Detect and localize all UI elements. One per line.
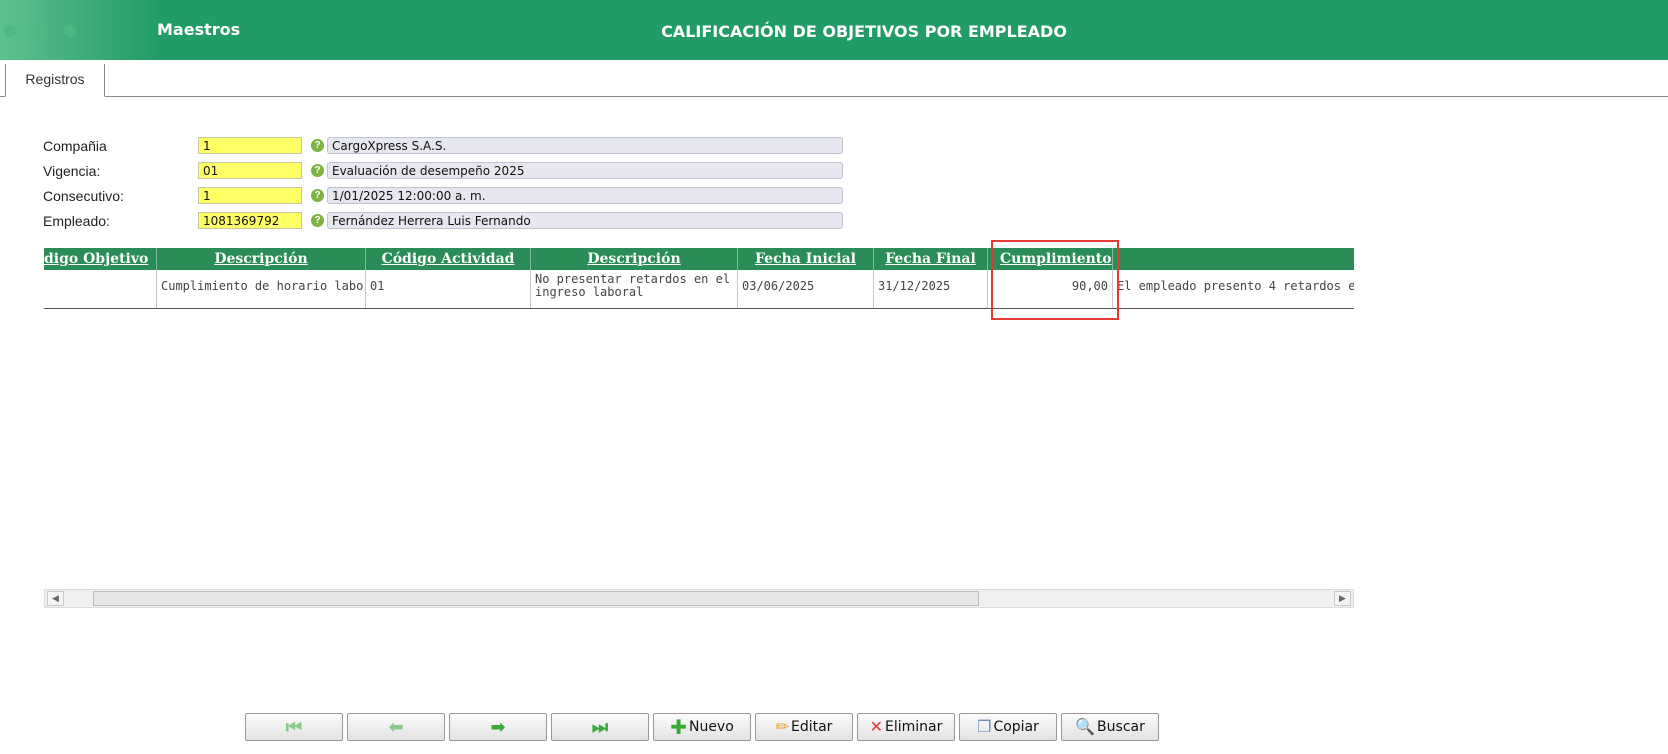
prev-record-button[interactable]: ⬅ bbox=[347, 713, 445, 741]
first-record-icon: ⏮ bbox=[285, 716, 303, 738]
col-header-codigo-actividad[interactable]: Código Actividad bbox=[366, 248, 531, 270]
delete-x-icon: ✕ bbox=[869, 717, 884, 736]
cell-descripcion-actividad: No presentar retardos en el ingreso labo… bbox=[531, 270, 738, 308]
prev-record-icon: ⬅ bbox=[388, 716, 404, 738]
empleado-label: Empleado: bbox=[43, 213, 110, 229]
col-header-fecha-inicial[interactable]: Fecha Inicial bbox=[738, 248, 874, 270]
objectives-grid: digo Objetivo Descripción Código Activid… bbox=[44, 248, 1354, 310]
cell-codigo-actividad: 01 bbox=[366, 270, 531, 308]
first-record-button[interactable]: ⏮ bbox=[245, 713, 343, 741]
cell-codigo-objetivo bbox=[44, 270, 157, 308]
empleado-code-input[interactable]: 1081369792 bbox=[198, 212, 302, 229]
next-record-icon: ➡ bbox=[490, 716, 506, 738]
editar-label: Editar bbox=[790, 719, 833, 735]
scroll-right-arrow-icon[interactable]: ▶ bbox=[1334, 591, 1351, 606]
help-icon[interactable]: ? bbox=[311, 189, 324, 202]
pencil-icon: ✏ bbox=[775, 717, 789, 736]
buscar-button[interactable]: 🔍 Buscar bbox=[1061, 713, 1159, 741]
editar-button[interactable]: ✏ Editar bbox=[755, 713, 853, 741]
scroll-thumb[interactable] bbox=[93, 591, 979, 606]
next-record-button[interactable]: ➡ bbox=[449, 713, 547, 741]
tab-registros[interactable]: Registros bbox=[5, 64, 105, 97]
empleado-desc-field: Fernández Herrera Luis Fernando bbox=[327, 212, 843, 229]
vigencia-code-input[interactable]: 01 bbox=[198, 162, 302, 179]
nuevo-label: Nuevo bbox=[688, 719, 734, 735]
company-code-input[interactable]: 1 bbox=[198, 137, 302, 154]
vigencia-label: Vigencia: bbox=[43, 163, 101, 179]
company-label: Compañia bbox=[43, 138, 107, 154]
title-bar: Maestros CALIFICACIÓN DE OBJETIVOS POR E… bbox=[0, 0, 1668, 60]
tab-strip: Registros bbox=[0, 60, 1668, 97]
eliminar-label: Eliminar bbox=[885, 719, 943, 735]
cell-observacion: El empleado presento 4 retardos en el bbox=[1117, 279, 1354, 293]
nuevo-button[interactable]: ✚ Nuevo bbox=[653, 713, 751, 741]
vigencia-desc-field: Evaluación de desempeño 2025 bbox=[327, 162, 843, 179]
cell-fecha-final: 31/12/2025 bbox=[874, 270, 988, 308]
last-record-icon: ⏭ bbox=[591, 716, 609, 738]
consecutivo-label: Consecutivo: bbox=[43, 188, 124, 204]
copiar-button[interactable]: ❐ Copiar bbox=[959, 713, 1057, 741]
plus-icon: ✚ bbox=[670, 715, 687, 739]
col-header-descripcion[interactable]: Descripción bbox=[157, 248, 366, 270]
col-header-fecha-final[interactable]: Fecha Final bbox=[874, 248, 988, 270]
cell-descripcion: Cumplimiento de horario laboral bbox=[157, 270, 366, 308]
copy-icon: ❐ bbox=[977, 717, 992, 736]
last-record-button[interactable]: ⏭ bbox=[551, 713, 649, 741]
table-row[interactable]: Cumplimiento de horario laboral 01 No pr… bbox=[44, 270, 1354, 309]
help-icon[interactable]: ? bbox=[311, 164, 324, 177]
grid-horizontal-scrollbar[interactable]: ◀ ▶ bbox=[44, 589, 1354, 608]
magnifier-icon: 🔍 bbox=[1075, 717, 1096, 736]
help-icon[interactable]: ? bbox=[311, 214, 324, 227]
grid-header: digo Objetivo Descripción Código Activid… bbox=[44, 248, 1354, 270]
scroll-left-arrow-icon[interactable]: ◀ bbox=[47, 591, 64, 606]
consecutivo-desc-field: 1/01/2025 12:00:00 a. m. bbox=[327, 187, 843, 204]
company-desc-field: CargoXpress S.A.S. bbox=[327, 137, 843, 154]
page-title: CALIFICACIÓN DE OBJETIVOS POR EMPLEADO bbox=[661, 22, 1067, 41]
cumplimiento-highlight-box bbox=[991, 240, 1119, 320]
eliminar-button[interactable]: ✕ Eliminar bbox=[857, 713, 955, 741]
consecutivo-code-input[interactable]: 1 bbox=[198, 187, 302, 204]
buscar-label: Buscar bbox=[1097, 719, 1145, 735]
copiar-label: Copiar bbox=[993, 719, 1039, 735]
col-header-descripcion-actividad[interactable]: Descripción bbox=[531, 248, 738, 270]
col-header-codigo-objetivo[interactable]: digo Objetivo bbox=[44, 248, 157, 270]
cell-fecha-inicial: 03/06/2025 bbox=[738, 270, 874, 308]
help-icon[interactable]: ? bbox=[311, 139, 324, 152]
